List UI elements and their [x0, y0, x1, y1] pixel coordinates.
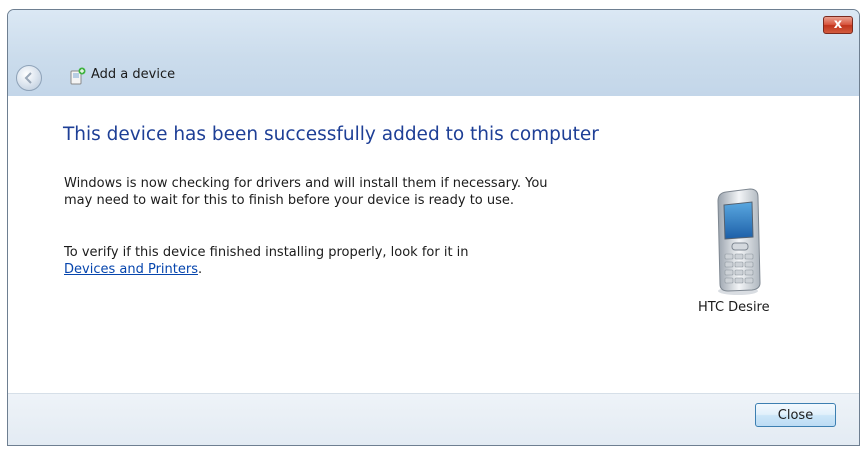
status-message: Windows is now checking for drivers and …	[64, 176, 548, 208]
back-button[interactable]	[16, 65, 42, 91]
close-button[interactable]: Close	[755, 403, 836, 427]
link-suffix: .	[197, 262, 203, 277]
content-area: This device has been successfully added …	[8, 96, 859, 393]
device-name-label: HTC Desire	[698, 300, 770, 315]
add-device-icon	[70, 67, 86, 85]
close-icon[interactable]: x	[823, 16, 853, 34]
devices-and-printers-link[interactable]: Devices and Printers	[64, 262, 198, 277]
title-bar: x Add a device	[8, 10, 859, 96]
add-device-dialog: x Add a device This device has been succ…	[7, 9, 860, 446]
page-title: This device has been successfully added …	[63, 124, 599, 145]
back-arrow-icon	[24, 72, 32, 84]
verify-message: To verify if this device finished instal…	[64, 244, 564, 278]
mobile-phone-icon	[717, 188, 761, 295]
window-title: Add a device	[91, 67, 176, 82]
button-bar: Close	[8, 393, 859, 445]
verify-text: To verify if this device finished instal…	[64, 245, 469, 260]
